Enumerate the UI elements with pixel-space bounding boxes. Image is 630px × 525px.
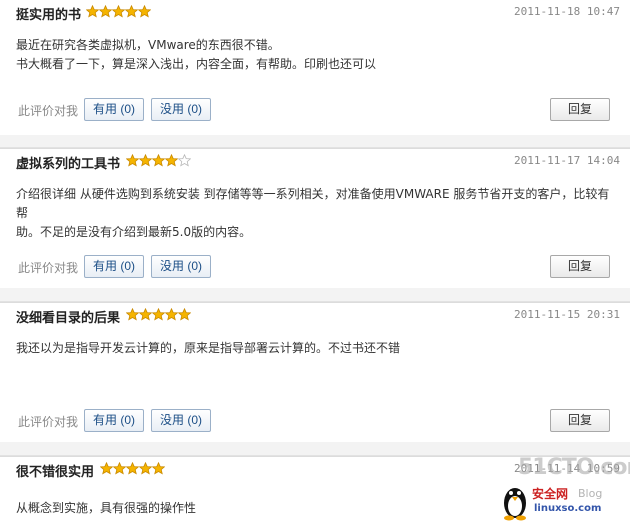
star-filled-icon (99, 5, 112, 18)
review-separator (0, 288, 630, 302)
star-filled-icon (138, 5, 151, 18)
review-line: 从概念到实施，具有很强的操作性 (16, 501, 197, 515)
review-actions: 此评价对我 有用 (0) 没用 (0) 回复 (18, 98, 610, 122)
review-title: 没细看目录的后果 (16, 311, 121, 326)
review-separator (0, 135, 630, 148)
review-header: 很不错很实用 2011-11-14 10:59 (16, 457, 620, 485)
star-filled-icon (139, 308, 152, 321)
useful-button[interactable]: 有用 (0) (84, 255, 144, 278)
helpful-label: 此评价对我 (18, 261, 79, 275)
review-header: 没细看目录的后果 2011-11-15 20:31 (16, 303, 620, 331)
star-filled-icon (100, 462, 113, 475)
review-content: 介绍很详细 从硬件选购到系统安装 到存储等等一系列相关，对准备使用VMWARE … (16, 185, 616, 242)
review-card-1: 挺实用的书 2011-11-18 10:47 最近在研究各类虚拟机，VMware… (0, 0, 630, 135)
review-content: 我还以为是指导开发云计算的，原来是指导部署云计算的。不过书还不错 (16, 339, 616, 358)
review-title: 虚拟系列的工具书 (16, 157, 121, 172)
review-actions: 此评价对我 有用 (0) 没用 (0) 回复 (18, 409, 610, 433)
review-date: 2011-11-18 10:47 (514, 5, 620, 18)
review-line: 最近在研究各类虚拟机，VMware的东西很不错。 (16, 38, 280, 52)
star-filled-icon (139, 154, 152, 167)
review-title: 挺实用的书 (16, 8, 82, 23)
rating-stars (126, 154, 191, 168)
review-header: 虚拟系列的工具书 2011-11-17 14:04 (16, 149, 620, 177)
reply-button[interactable]: 回复 (550, 255, 610, 278)
review-line: 书大概看了一下，算是深入浅出，内容全面，有帮助。印刷也还可以 (16, 57, 377, 71)
review-line: 助。不足的是没有介绍到最新5.0版的内容。 (16, 225, 252, 239)
review-card-3: 没细看目录的后果 2011-11-15 20:31 我还以为是指导开发云计算的，… (0, 302, 630, 442)
reply-button[interactable]: 回复 (550, 409, 610, 432)
review-card-2: 虚拟系列的工具书 2011-11-17 14:04 介绍很详细 从硬件选购到系统… (0, 148, 630, 288)
helpful-label: 此评价对我 (18, 415, 79, 429)
star-filled-icon (86, 5, 99, 18)
star-filled-icon (152, 462, 165, 475)
star-empty-icon (178, 154, 191, 167)
review-separator (0, 442, 630, 456)
review-line: 我还以为是指导开发云计算的，原来是指导部署云计算的。不过书还不错 (16, 341, 401, 355)
useful-button[interactable]: 有用 (0) (84, 409, 144, 432)
star-filled-icon (126, 308, 139, 321)
review-title: 很不错很实用 (16, 465, 95, 480)
star-filled-icon (165, 154, 178, 167)
star-filled-icon (165, 308, 178, 321)
useless-button[interactable]: 没用 (0) (151, 409, 211, 432)
star-filled-icon (178, 308, 191, 321)
useless-button[interactable]: 没用 (0) (151, 98, 211, 121)
rating-stars (100, 462, 165, 476)
rating-stars (126, 308, 191, 322)
review-actions: 此评价对我 有用 (0) 没用 (0) 回复 (18, 255, 610, 279)
star-filled-icon (126, 154, 139, 167)
star-filled-icon (152, 154, 165, 167)
review-date: 2011-11-14 10:59 (514, 462, 620, 475)
review-content: 最近在研究各类虚拟机，VMware的东西很不错。 书大概看了一下，算是深入浅出，… (16, 36, 616, 74)
helpful-label: 此评价对我 (18, 104, 79, 118)
star-filled-icon (112, 5, 125, 18)
star-filled-icon (113, 462, 126, 475)
review-card-4: 很不错很实用 2011-11-14 10:59 从概念到实施，具有很强的操作性 (0, 456, 630, 525)
useless-button[interactable]: 没用 (0) (151, 255, 211, 278)
star-filled-icon (126, 462, 139, 475)
review-date: 2011-11-17 14:04 (514, 154, 620, 167)
review-date: 2011-11-15 20:31 (514, 308, 620, 321)
review-content: 从概念到实施，具有很强的操作性 (16, 499, 616, 518)
review-line: 介绍很详细 从硬件选购到系统安装 到存储等等一系列相关，对准备使用VMWARE … (16, 187, 610, 220)
useful-button[interactable]: 有用 (0) (84, 98, 144, 121)
rating-stars (86, 5, 151, 19)
review-header: 挺实用的书 2011-11-18 10:47 (16, 0, 620, 28)
star-filled-icon (125, 5, 138, 18)
star-filled-icon (139, 462, 152, 475)
reply-button[interactable]: 回复 (550, 98, 610, 121)
star-filled-icon (152, 308, 165, 321)
